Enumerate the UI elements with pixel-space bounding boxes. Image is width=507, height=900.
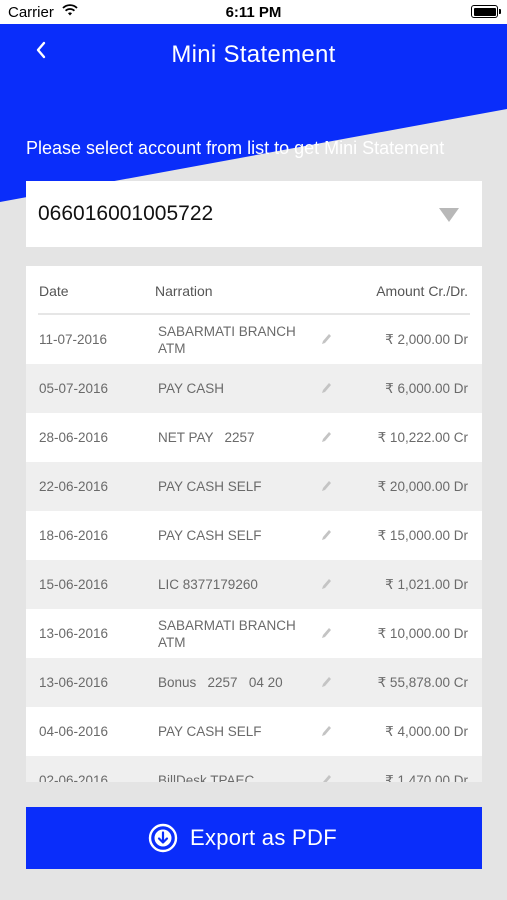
status-time: 6:11 PM [225,4,282,21]
column-header-date: Date [39,283,69,299]
download-circle-icon [148,823,178,853]
row-amount: ₹ 2,000.00 Dr [385,332,468,347]
row-amount: ₹ 15,000.00 Dr [377,528,468,543]
row-date: 11-07-2016 [39,332,108,347]
row-amount: ₹ 10,000.00 Dr [377,626,468,641]
pencil-icon[interactable] [320,528,332,542]
row-narration: PAY CASH SELF [158,479,262,494]
page-title: Mini Statement [171,41,336,68]
status-bar: Carrier 6:11 PM [0,0,507,24]
row-amount: ₹ 6,000.00 Dr [385,381,468,396]
row-narration: SABARMATI BRANCH ATM [158,617,296,650]
row-narration: PAY CASH SELF [158,528,262,543]
statement-table: Date Narration Amount Cr./Dr. 11-07-2016… [26,266,482,782]
account-number: 066016001005722 [38,202,214,225]
table-header: Date Narration Amount Cr./Dr. [26,266,482,315]
table-rows: 11-07-2016 SABARMATI BRANCH ATM ₹ 2,000.00… [26,315,482,782]
pencil-icon[interactable] [320,381,332,395]
pencil-icon[interactable] [320,773,332,782]
row-narration: SABARMATI BRANCH ATM [158,323,296,356]
row-date: 05-07-2016 [39,381,109,396]
row-narration: PAY CASH SELF [158,724,262,739]
row-date: 15-06-2016 [39,577,109,592]
pencil-icon[interactable] [320,724,332,738]
row-date: 02-06-2016 [39,773,109,782]
row-amount: ₹ 1,470.00 Dr [385,773,468,782]
row-amount: ₹ 1,021.00 Dr [385,577,468,592]
table-row[interactable]: 28-06-2016 NET PAY 2257 ₹ 10,222.00 Cr [26,413,482,462]
pencil-icon[interactable] [320,430,332,444]
table-row[interactable]: 15-06-2016 LIC 8377179260 ₹ 1,021.00 Dr [26,560,482,609]
export-pdf-button[interactable]: Export as PDF [26,807,482,869]
battery-icon [471,5,501,18]
triangle-down-icon [439,208,459,222]
table-row[interactable]: 02-06-2016 BillDesk TPAEC ₹ 1,470.00 Dr [26,756,482,782]
table-row[interactable]: 18-06-2016 PAY CASH SELF ₹ 15,000.00 Dr [26,511,482,560]
table-row[interactable]: 22-06-2016 PAY CASH SELF ₹ 20,000.00 Dr [26,462,482,511]
row-amount: ₹ 20,000.00 Dr [377,479,468,494]
row-date: 22-06-2016 [39,479,109,494]
column-header-amount: Amount Cr./Dr. [376,283,468,299]
row-date: 04-06-2016 [39,724,109,739]
pencil-icon[interactable] [320,626,332,640]
table-row[interactable]: 13-06-2016 Bonus 2257 04 20 ₹ 55,878.00 Cr [26,658,482,707]
row-narration: BillDesk TPAEC [158,773,255,782]
table-row[interactable]: 05-07-2016 PAY CASH ₹ 6,000.00 Dr [26,364,482,413]
pencil-icon[interactable] [320,479,332,493]
table-row[interactable]: 04-06-2016 PAY CASH SELF ₹ 4,000.00 Dr [26,707,482,756]
row-narration: Bonus 2257 04 20 [158,675,283,690]
export-pdf-label: Export as PDF [190,825,337,850]
row-narration: LIC 8377179260 [158,577,258,592]
instruction-text: Please select account from list to get M… [26,138,445,158]
pencil-icon[interactable] [320,332,332,346]
row-date: 28-06-2016 [39,430,109,445]
account-dropdown[interactable]: 066016001005722 [26,181,482,247]
row-narration: PAY CASH [158,381,225,396]
table-row[interactable]: 11-07-2016 SABARMATI BRANCH ATM ₹ 2,000.00… [26,315,482,364]
row-date: 13-06-2016 [39,626,109,641]
pencil-icon[interactable] [320,577,332,591]
row-date: 13-06-2016 [39,675,109,690]
row-amount: ₹ 55,878.00 Cr [377,675,468,690]
row-amount: ₹ 10,222.00 Cr [377,430,468,445]
row-date: 18-06-2016 [39,528,109,543]
pencil-icon[interactable] [320,675,332,689]
column-header-narration: Narration [155,283,213,299]
table-row[interactable]: 13-06-2016 SABARMATI BRANCH ATM ₹ 10,000.0… [26,609,482,658]
row-amount: ₹ 4,000.00 Dr [385,724,468,739]
row-narration: NET PAY 2257 [158,430,255,445]
